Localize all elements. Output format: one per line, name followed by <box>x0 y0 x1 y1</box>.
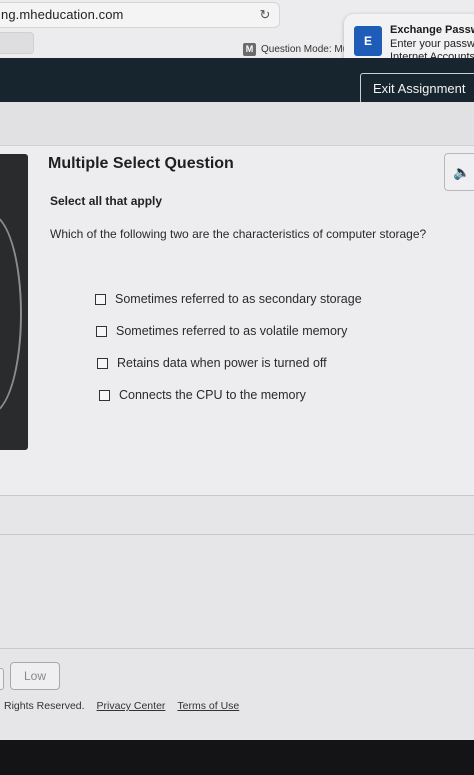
url-text: ng.mheducation.com <box>1 7 124 22</box>
reload-icon[interactable]: ↻ <box>257 7 273 23</box>
footer: Rights Reserved. Privacy Center Terms of… <box>4 700 239 712</box>
exit-assignment-label: Exit Assignment <box>373 81 466 96</box>
confidence-low-label: Low <box>23 669 46 683</box>
divider <box>0 534 474 535</box>
divider <box>0 495 474 496</box>
image-arc-graphic <box>0 214 22 414</box>
notification-body-line1: Enter your passwo <box>390 38 474 50</box>
question-instruction: Select all that apply <box>50 194 163 208</box>
question-image-thumbnail <box>0 154 28 450</box>
terms-of-use-link[interactable]: Terms of Use <box>177 700 239 712</box>
question-prompt: Which of the following two are the chara… <box>50 227 427 241</box>
mode-label: Question Mode: Mu <box>261 44 349 55</box>
answer-option-label: Retains data when power is turned off <box>117 356 327 370</box>
divider <box>0 648 474 649</box>
app-screen: ng.mheducation.com ↻ M Question Mode: Mu… <box>0 0 474 740</box>
question-type-title: Multiple Select Question <box>48 155 234 172</box>
confidence-low-button[interactable]: Low <box>10 662 60 690</box>
answer-option[interactable]: Sometimes referred to as secondary stora… <box>95 292 362 306</box>
notification-title: Exchange Passwo <box>390 24 474 36</box>
answer-option-label: Sometimes referred to as volatile memory <box>116 324 348 338</box>
exit-assignment-button[interactable]: Exit Assignment × <box>360 73 474 104</box>
checkbox[interactable] <box>99 389 110 401</box>
exchange-icon: E <box>354 26 382 56</box>
answer-option[interactable]: Sometimes referred to as volatile memory <box>96 324 347 338</box>
sidebar-tab[interactable] <box>0 32 34 54</box>
assignment-header: Exit Assignment × <box>0 58 474 104</box>
question-mode: M Question Mode: Mu <box>243 43 348 56</box>
device-bezel <box>0 740 474 775</box>
privacy-center-link[interactable]: Privacy Center <box>97 700 166 712</box>
checkbox[interactable] <box>97 357 108 369</box>
checkbox[interactable] <box>96 325 107 337</box>
answer-option[interactable]: Retains data when power is turned off <box>97 356 327 370</box>
checkbox[interactable] <box>95 293 106 305</box>
address-bar[interactable]: ng.mheducation.com ↻ <box>0 2 280 28</box>
answer-option-label: Connects the CPU to the memory <box>119 388 306 402</box>
answer-option[interactable]: Connects the CPU to the memory <box>99 388 306 402</box>
content-top-band <box>0 102 474 146</box>
answer-option-label: Sometimes referred to as secondary stora… <box>115 292 362 306</box>
confidence-button-partial[interactable] <box>0 668 4 690</box>
speaker-icon: 🔈 <box>453 163 471 180</box>
copyright-text: Rights Reserved. <box>4 700 85 712</box>
audio-button[interactable]: 🔈 <box>444 153 474 191</box>
mode-badge-icon: M <box>243 43 256 56</box>
